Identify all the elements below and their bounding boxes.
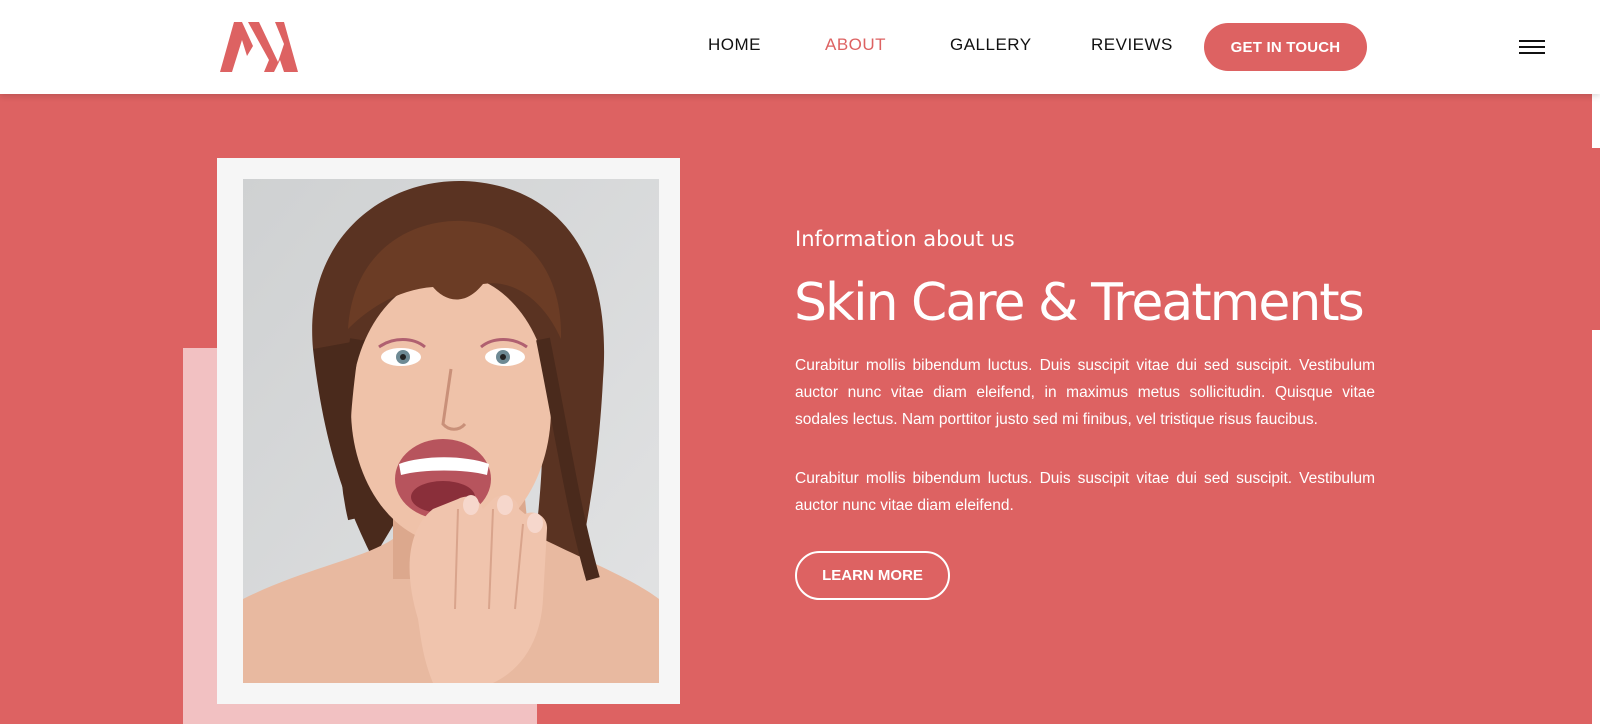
about-paragraph: Curabitur mollis bibendum luctus. Duis s… — [795, 470, 1375, 514]
nav-about[interactable]: ABOUT — [825, 35, 886, 55]
get-in-touch-button[interactable]: GET IN TOUCH — [1204, 23, 1367, 71]
section-eyebrow: Information about us — [795, 227, 1015, 251]
learn-more-button[interactable]: LEARN MORE — [795, 551, 950, 600]
site-header: HOME ABOUT GALLERY REVIEWS GET IN TOUCH — [0, 0, 1600, 94]
logo-icon[interactable] — [220, 22, 298, 72]
about-paragraph: Curabitur mollis bibendum luctus. Duis s… — [795, 357, 1375, 428]
nav-gallery[interactable]: GALLERY — [950, 35, 1032, 55]
logo-mark-left — [220, 22, 253, 72]
nav-reviews[interactable]: REVIEWS — [1091, 35, 1173, 55]
section-heading: Skin Care & Treatments — [794, 273, 1365, 333]
nav-home[interactable]: HOME — [708, 35, 761, 55]
logo-mark-right — [248, 22, 298, 72]
woman-portrait-photo — [243, 179, 659, 683]
edge-strip — [1592, 330, 1600, 724]
edge-strip — [1592, 94, 1600, 148]
hamburger-menu-icon[interactable] — [1519, 39, 1545, 57]
